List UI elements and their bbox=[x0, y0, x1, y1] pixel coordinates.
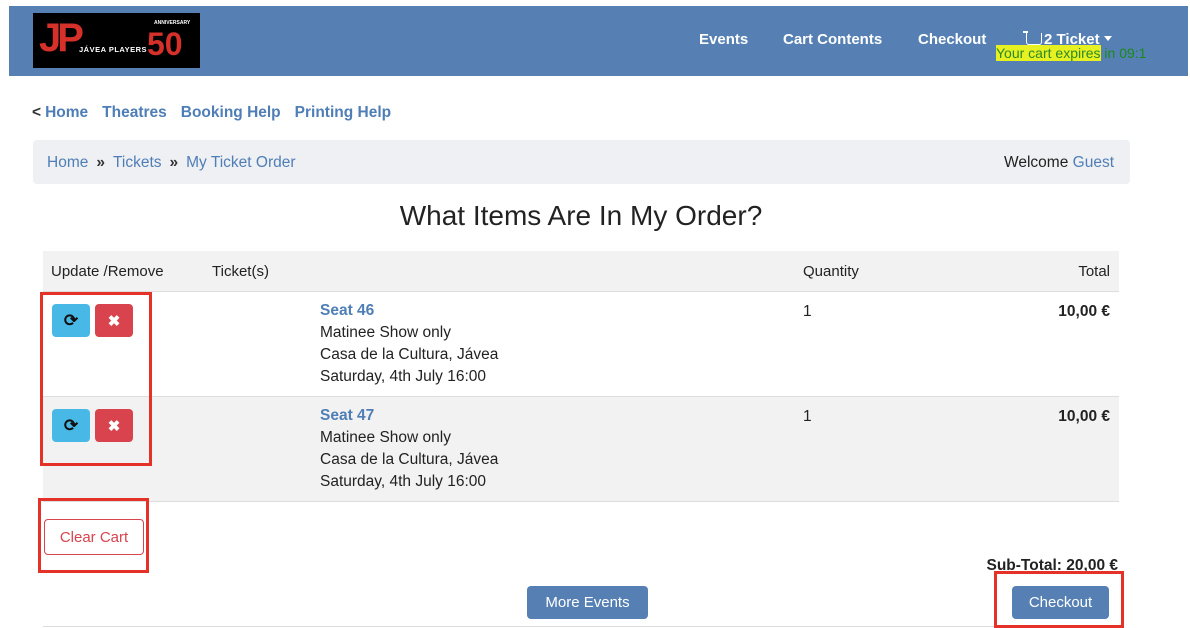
ticket-show: Matinee Show only bbox=[320, 324, 451, 341]
cart-expiry-highlight: Your cart expires bbox=[996, 45, 1101, 61]
page-title: What Items Are In My Order? bbox=[399, 200, 763, 231]
checkout-highlight-box bbox=[994, 571, 1124, 628]
header-tickets: Ticket(s) bbox=[212, 263, 269, 280]
ticket-total: 10,00 € bbox=[1058, 408, 1110, 425]
nav-events-link[interactable]: Events bbox=[699, 31, 748, 48]
table-row: ⟳ ✖ Seat 47 Matinee Show only Casa de la… bbox=[43, 396, 1119, 502]
secondary-nav: < Home Theatres Booking Help Printing Help bbox=[32, 104, 405, 122]
welcome-label: Welcome bbox=[1004, 154, 1069, 171]
more-events-button[interactable]: More Events bbox=[527, 586, 648, 619]
topnav-theatres-link[interactable]: Theatres bbox=[102, 104, 167, 121]
javea-players-logo[interactable]: JP JÁVEA PLAYERS ANNIVERSARY 50 bbox=[33, 13, 200, 68]
breadcrumb-separator: » bbox=[169, 154, 179, 171]
topnav-home-link[interactable]: Home bbox=[45, 104, 88, 121]
topnav-printing-help-link[interactable]: Printing Help bbox=[295, 104, 391, 121]
logo-name: JÁVEA PLAYERS bbox=[79, 45, 148, 54]
back-chevron-icon: < bbox=[32, 104, 42, 121]
divider bbox=[43, 626, 1119, 627]
nav-checkout-link[interactable]: Checkout bbox=[918, 31, 986, 48]
breadcrumb: Home » Tickets » My Ticket Order Welcome Gue… bbox=[33, 140, 1130, 184]
breadcrumb-tickets[interactable]: Tickets bbox=[113, 154, 162, 171]
header-quantity: Quantity bbox=[803, 263, 859, 280]
ticket-total: 10,00 € bbox=[1058, 303, 1110, 320]
caret-down-icon bbox=[1103, 36, 1112, 41]
nav-cart-contents-link[interactable]: Cart Contents bbox=[783, 31, 882, 48]
guest-link[interactable]: Guest bbox=[1073, 154, 1114, 171]
logo-number: 50 bbox=[147, 26, 183, 62]
ticket-show: Matinee Show only bbox=[320, 429, 451, 446]
ticket-quantity: 1 bbox=[803, 303, 812, 320]
table-row: ⟳ ✖ Seat 46 Matinee Show only Casa de la… bbox=[43, 291, 1119, 396]
shopping-cart-icon bbox=[1023, 31, 1042, 45]
clear-cart-highlight-box bbox=[38, 498, 149, 573]
ticket-quantity: 1 bbox=[803, 408, 812, 425]
breadcrumb-trail: Home » Tickets » My Ticket Order bbox=[47, 154, 296, 172]
seat-link[interactable]: Seat 47 bbox=[320, 407, 374, 425]
ticket-venue: Casa de la Cultura, Jávea bbox=[320, 346, 499, 363]
cart-expiry-time: in 09:1 bbox=[1100, 45, 1147, 61]
navbar: JP JÁVEA PLAYERS ANNIVERSARY 50 Events C… bbox=[9, 6, 1188, 76]
header-update-remove: Update /Remove bbox=[51, 263, 164, 280]
ticket-date: Saturday, 4th July 16:00 bbox=[320, 368, 487, 385]
update-remove-highlight-box bbox=[40, 292, 152, 466]
cart-expiry-notice: Your cart expires in 09:1 bbox=[996, 45, 1146, 61]
welcome-message: Welcome Guest bbox=[1004, 154, 1114, 172]
breadcrumb-current[interactable]: My Ticket Order bbox=[186, 154, 295, 171]
logo-letters: JP bbox=[39, 16, 84, 60]
ticket-date: Saturday, 4th July 16:00 bbox=[320, 473, 487, 490]
order-table-header: Update /Remove Ticket(s) Quantity Total bbox=[43, 251, 1119, 291]
header-total: Total bbox=[1078, 263, 1110, 280]
breadcrumb-separator: » bbox=[96, 154, 105, 171]
ticket-venue: Casa de la Cultura, Jávea bbox=[320, 451, 499, 468]
topnav-booking-help-link[interactable]: Booking Help bbox=[181, 104, 281, 121]
seat-link[interactable]: Seat 46 bbox=[320, 302, 374, 320]
breadcrumb-home[interactable]: Home bbox=[47, 154, 88, 171]
